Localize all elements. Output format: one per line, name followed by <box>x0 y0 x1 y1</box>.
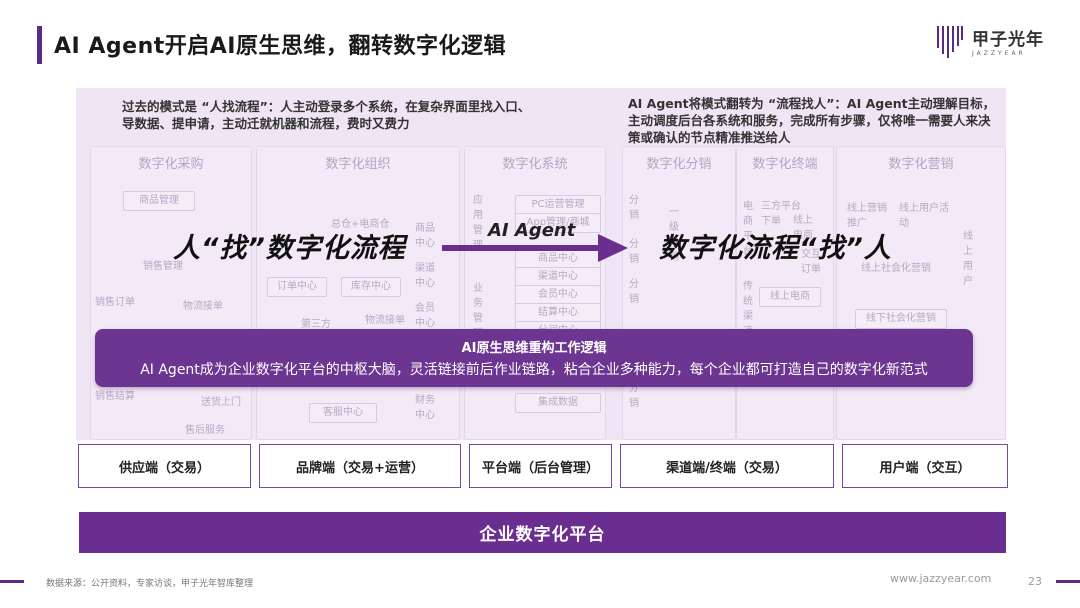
pillar-supply: 供应端（交易） <box>78 444 251 488</box>
website-link[interactable]: www.jazzyear.com <box>890 572 991 585</box>
node: 送货上门 <box>201 397 241 408</box>
column-distribution: 数字化分销 分销 分销 分销 分销 分销 一级分销 <box>622 146 736 440</box>
pillar-brand: 品牌端（交易+运营） <box>259 444 461 488</box>
column-head: 数字化采购 <box>138 157 204 172</box>
node: 传统渠道 <box>743 281 753 337</box>
footer-accent-right <box>1056 580 1080 583</box>
column-head: 数字化系统 <box>502 157 568 172</box>
brand-logo: 甲子光年 JAZZYEAR <box>936 22 1044 60</box>
node: 会员中心 <box>415 303 435 329</box>
logic-diagram: 过去的模式是 “人找流程”：人主动登录多个系统，在复杂界面里找入口、导数据、提申… <box>76 88 1006 440</box>
column-procurement: 数字化采购 商品管理 销售管理 销售订单 物流接单 送货上门 售后服务 销售结算 <box>90 146 252 440</box>
node: 销售订单 <box>95 297 135 308</box>
node: 第三方 <box>301 319 331 330</box>
column-marketing: 数字化营销 线上营销推广 线上用户活动 线上用户 线上社会化营销 线下社会化营销 <box>836 146 1006 440</box>
column-head: 数字化营销 <box>888 157 954 172</box>
arrow-label: AI Agent <box>488 220 576 241</box>
note-new-mode: AI Agent将模式翻转为 “流程找人”：AI Agent主动理解目标，主动调… <box>628 96 996 145</box>
node: 线上用户 <box>963 231 973 287</box>
node: 商品管理 <box>123 191 195 211</box>
logo-text-en: JAZZYEAR <box>972 50 1026 57</box>
node: 线上电商 <box>759 287 821 307</box>
jazzyear-logo-icon <box>937 26 963 58</box>
page-title: AI Agent开启AI原生思维，翻转数字化逻辑 <box>54 34 506 59</box>
node: 渠道中心 <box>515 267 601 287</box>
node: 分销 <box>629 195 639 221</box>
data-source: 数据来源：公开资料，专家访谈，甲子光年智库整理 <box>46 579 254 589</box>
node: 分销 <box>629 279 639 305</box>
column-terminal: 数字化终端 电商平台 三方平台下单 线上电商 交互订单 线上电商 传统渠道 <box>736 146 834 440</box>
node: 会员中心 <box>515 285 601 305</box>
rebuild-callout: AI原生思维重构工作逻辑 AI Agent成为企业数字化平台的中枢大脑，灵活链接… <box>95 329 973 387</box>
note-old-mode: 过去的模式是 “人找流程”：人主动登录多个系统，在复杂界面里找入口、导数据、提申… <box>122 99 531 131</box>
node: 商品中心 <box>415 223 435 249</box>
page-number: 23 <box>1028 575 1042 588</box>
node: 订单中心 <box>267 277 327 297</box>
pillar-user: 用户端（交互） <box>842 444 1008 488</box>
column-org: 数字化组织 总仓+电商仓 商品中心 订单中心 库存中心 渠道中心 第三方 物流接… <box>256 146 460 440</box>
column-head: 数字化分销 <box>646 157 712 172</box>
node: 客服中心 <box>309 403 377 423</box>
pillar-platform: 平台端（后台管理） <box>469 444 612 488</box>
node: 结算中心 <box>515 303 601 323</box>
node: 物流接单 <box>365 315 405 326</box>
node: 售后服务 <box>185 425 225 436</box>
rebuild-title: AI原生思维重构工作逻辑 <box>461 341 607 356</box>
logo-text-cn: 甲子光年 <box>972 30 1044 50</box>
node: 渠道中心 <box>415 263 435 289</box>
node: 线下社会化营销 <box>855 309 947 329</box>
footer-accent-left <box>0 580 24 583</box>
node: 财务中心 <box>415 395 435 421</box>
column-system: 数字化系统 应用管理 PC运营管理 App管理/商城 商品中心 渠道中心 会员中… <box>464 146 606 440</box>
node: 物流接单 <box>183 301 223 312</box>
node: PC运营管理 <box>515 195 601 215</box>
phrase-process-find-people: 数字化流程“找”人 <box>659 233 892 264</box>
enterprise-platform-bar: 企业数字化平台 <box>79 512 1006 553</box>
node: 线上营销推广 <box>847 203 887 229</box>
node: 销售结算 <box>95 391 135 402</box>
phrase-people-find-process: 人“找”数字化流程 <box>173 233 406 264</box>
node: 分销 <box>629 239 639 265</box>
node: 库存中心 <box>341 277 401 297</box>
rebuild-description: AI Agent成为企业数字化平台的中枢大脑，灵活链接前后作业链路，粘合企业多种… <box>140 362 928 378</box>
column-head: 数字化组织 <box>325 157 391 172</box>
column-head: 数字化终端 <box>752 157 818 172</box>
pillar-row: 供应端（交易） 品牌端（交易+运营） 平台端（后台管理） 渠道端/终端（交易） … <box>78 444 1008 488</box>
title-accent-bar <box>37 26 42 64</box>
pillar-channel: 渠道端/终端（交易） <box>620 444 834 488</box>
node: 集成数据 <box>515 393 601 413</box>
node: 线上用户活动 <box>899 203 949 229</box>
